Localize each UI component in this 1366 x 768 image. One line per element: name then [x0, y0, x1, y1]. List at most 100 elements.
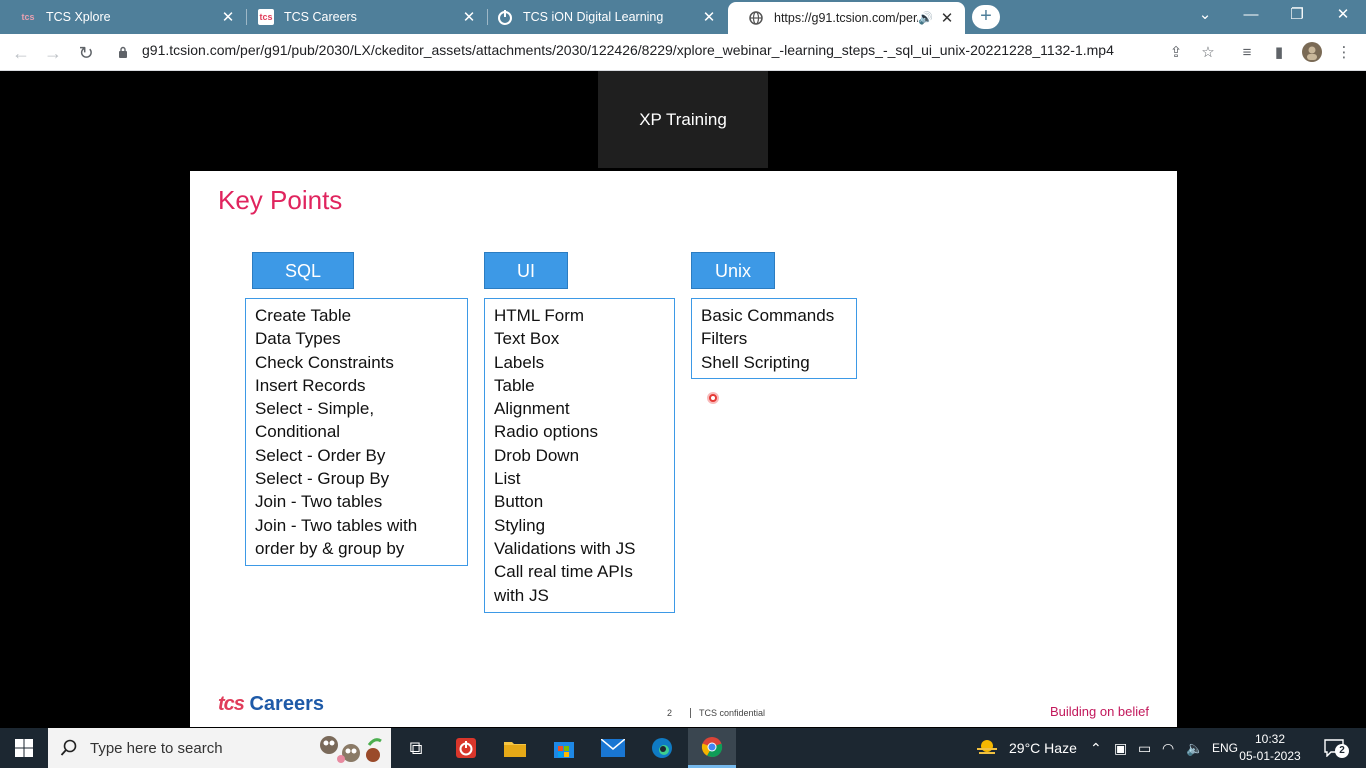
list-item: Insert Records: [255, 375, 366, 395]
search-placeholder: Type here to search: [90, 739, 223, 757]
close-icon[interactable]: ✕: [461, 8, 477, 26]
list-item: Alignment: [494, 399, 570, 419]
close-icon[interactable]: ✕: [939, 9, 955, 27]
app-power-icon[interactable]: [442, 728, 490, 768]
tab-title: TCS Careers: [284, 10, 357, 24]
tab-title: TCS iON Digital Learning: [523, 10, 664, 24]
browser-menu-icon[interactable]: ⋮: [1333, 42, 1355, 64]
volume-icon[interactable]: 🔈: [1186, 728, 1203, 768]
restore-button[interactable]: ❐: [1274, 0, 1320, 34]
notification-count-badge: 2: [1335, 744, 1349, 758]
list-item: Shell Scripting: [701, 352, 810, 372]
clock-time: 10:32: [1254, 732, 1286, 746]
list-item: HTML Form: [494, 306, 585, 325]
meet-now-icon[interactable]: ▣: [1114, 728, 1127, 768]
bookmark-star-icon[interactable]: ☆: [1197, 42, 1219, 64]
list-item: Basic Commands: [701, 306, 835, 325]
list-item: Join - Two tables with: [255, 515, 418, 535]
new-tab-button[interactable]: +: [972, 5, 1000, 29]
list-item: Button: [494, 492, 544, 512]
weather-widget[interactable]: 29°C Haze: [975, 728, 1077, 768]
power-icon: [497, 9, 513, 25]
presentation-slide: Key Points SQL Create Table Data Types C…: [190, 171, 1177, 727]
haze-weather-icon: [977, 740, 997, 754]
tcs-careers-logo: tcs Careers: [218, 693, 324, 715]
list-item: Join - Two tables: [255, 492, 383, 512]
system-clock[interactable]: 10:32 05-01-2023: [1230, 731, 1310, 765]
list-item: Conditional: [255, 422, 341, 442]
lock-icon[interactable]: [118, 46, 128, 58]
address-bar-url[interactable]: g91.tcsion.com/per/g91/pub/2030/LX/ckedi…: [142, 42, 1114, 58]
tcs-favicon-icon: tcs: [258, 9, 274, 25]
media-queue-icon[interactable]: ≡: [1236, 42, 1258, 64]
task-view-icon[interactable]: ⧉: [392, 728, 440, 768]
browser-tab-bar: tcs TCS Xplore ✕ tcs TCS Careers ✕ TCS i…: [0, 0, 1366, 34]
video-player[interactable]: XP Training Key Points SQL Create Table …: [0, 71, 1366, 727]
list-item: Check Constraints: [255, 352, 394, 372]
back-arrow-icon[interactable]: ←: [8, 40, 34, 66]
column-header-ui: UI: [484, 252, 568, 289]
taskbar-search-box[interactable]: Type here to search: [48, 728, 391, 768]
tab-title: TCS Xplore: [46, 10, 111, 24]
slide-title: Key Points: [218, 185, 343, 215]
edge-browser-icon[interactable]: [638, 728, 686, 768]
presenter-tile: XP Training: [598, 71, 768, 168]
slide-page-number: 2: [667, 708, 673, 718]
chrome-browser-icon[interactable]: [688, 728, 736, 768]
close-icon[interactable]: ✕: [220, 8, 236, 26]
side-panel-icon[interactable]: ▮: [1268, 42, 1290, 64]
tab-video-active[interactable]: https://g91.tcsion.com/per/g 🔊 ✕: [728, 2, 965, 34]
weather-text: 29°C Haze: [1009, 740, 1077, 756]
list-item: Styling: [494, 515, 546, 535]
recording-pointer-icon: [707, 392, 719, 404]
list-item: Select - Order By: [255, 445, 386, 465]
column-list-sql: Create Table Data Types Check Constraint…: [245, 298, 468, 566]
mail-icon[interactable]: [589, 728, 637, 768]
list-item: Call real time APIs: [494, 562, 633, 582]
tab-title: https://g91.tcsion.com/per/g: [774, 11, 919, 25]
search-highlight-illustration: [317, 731, 383, 765]
list-item: Validations with JS: [494, 538, 636, 558]
windows-start-button[interactable]: [0, 728, 48, 768]
list-item: Create Table: [255, 306, 352, 325]
speaker-icon[interactable]: 🔊: [918, 11, 933, 25]
browser-toolbar: ← → ↻ g91.tcsion.com/per/g91/pub/2030/LX…: [0, 34, 1366, 71]
close-icon[interactable]: ✕: [701, 8, 717, 26]
slide-tagline: Building on belief: [1049, 704, 1149, 719]
forward-arrow-icon[interactable]: →: [40, 40, 66, 66]
column-header-unix: Unix: [691, 252, 775, 289]
profile-avatar[interactable]: [1301, 42, 1323, 64]
list-item: Labels: [494, 352, 545, 372]
list-item: with JS: [494, 585, 549, 605]
list-item: Select - Group By: [255, 469, 390, 489]
wifi-icon[interactable]: ◠: [1162, 728, 1174, 768]
microsoft-store-icon[interactable]: [540, 728, 588, 768]
list-item: Filters: [701, 329, 748, 349]
reload-icon[interactable]: ↻: [73, 40, 99, 66]
tab-tcs-careers[interactable]: tcs TCS Careers ✕: [238, 0, 487, 34]
tcs-favicon-icon: tcs: [21, 12, 35, 22]
share-icon[interactable]: ⇪: [1165, 42, 1187, 64]
list-item: Drob Down: [494, 445, 580, 465]
list-item: Select - Simple,: [255, 399, 375, 419]
slide-confidential-label: TCS confidential: [690, 708, 765, 718]
minimize-button[interactable]: —: [1228, 0, 1274, 34]
list-item: order by & group by: [255, 538, 405, 558]
notifications-button[interactable]: 2: [1324, 728, 1349, 768]
close-window-button[interactable]: ✕: [1320, 0, 1366, 34]
clock-date: 05-01-2023: [1239, 749, 1301, 763]
file-explorer-icon[interactable]: [491, 728, 539, 768]
windows-logo-icon: [15, 739, 33, 757]
presenter-label: XP Training: [639, 109, 727, 129]
tab-search-chevron-icon[interactable]: ⌄: [1182, 0, 1228, 34]
list-item: Data Types: [255, 329, 341, 349]
tab-tcs-ion[interactable]: TCS iON Digital Learning ✕: [477, 0, 727, 34]
list-item: Text Box: [494, 329, 560, 349]
show-hidden-icons-chevron-icon[interactable]: ⌃: [1090, 728, 1102, 768]
battery-icon[interactable]: ▭: [1138, 728, 1151, 768]
search-icon: [60, 739, 77, 756]
list-item: Table: [494, 375, 535, 395]
tab-tcs-xplore[interactable]: tcs TCS Xplore ✕: [0, 0, 246, 34]
column-header-sql: SQL: [252, 252, 354, 289]
windows-taskbar: Type here to search ⧉ 29°C Haze ⌃ ▣ ▭ ◠ …: [0, 728, 1366, 768]
